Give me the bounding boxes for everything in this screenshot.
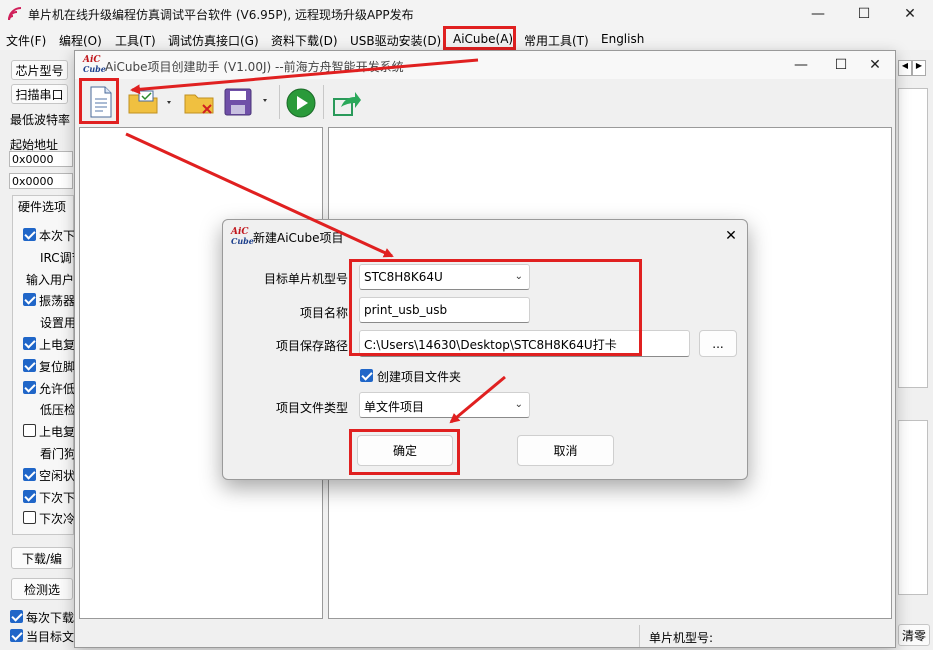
arrow-menu-to-new — [130, 58, 479, 95]
arrow-to-ok — [449, 375, 506, 424]
arrow-new-to-dialog — [125, 132, 394, 258]
annotation-arrows — [125, 58, 506, 424]
